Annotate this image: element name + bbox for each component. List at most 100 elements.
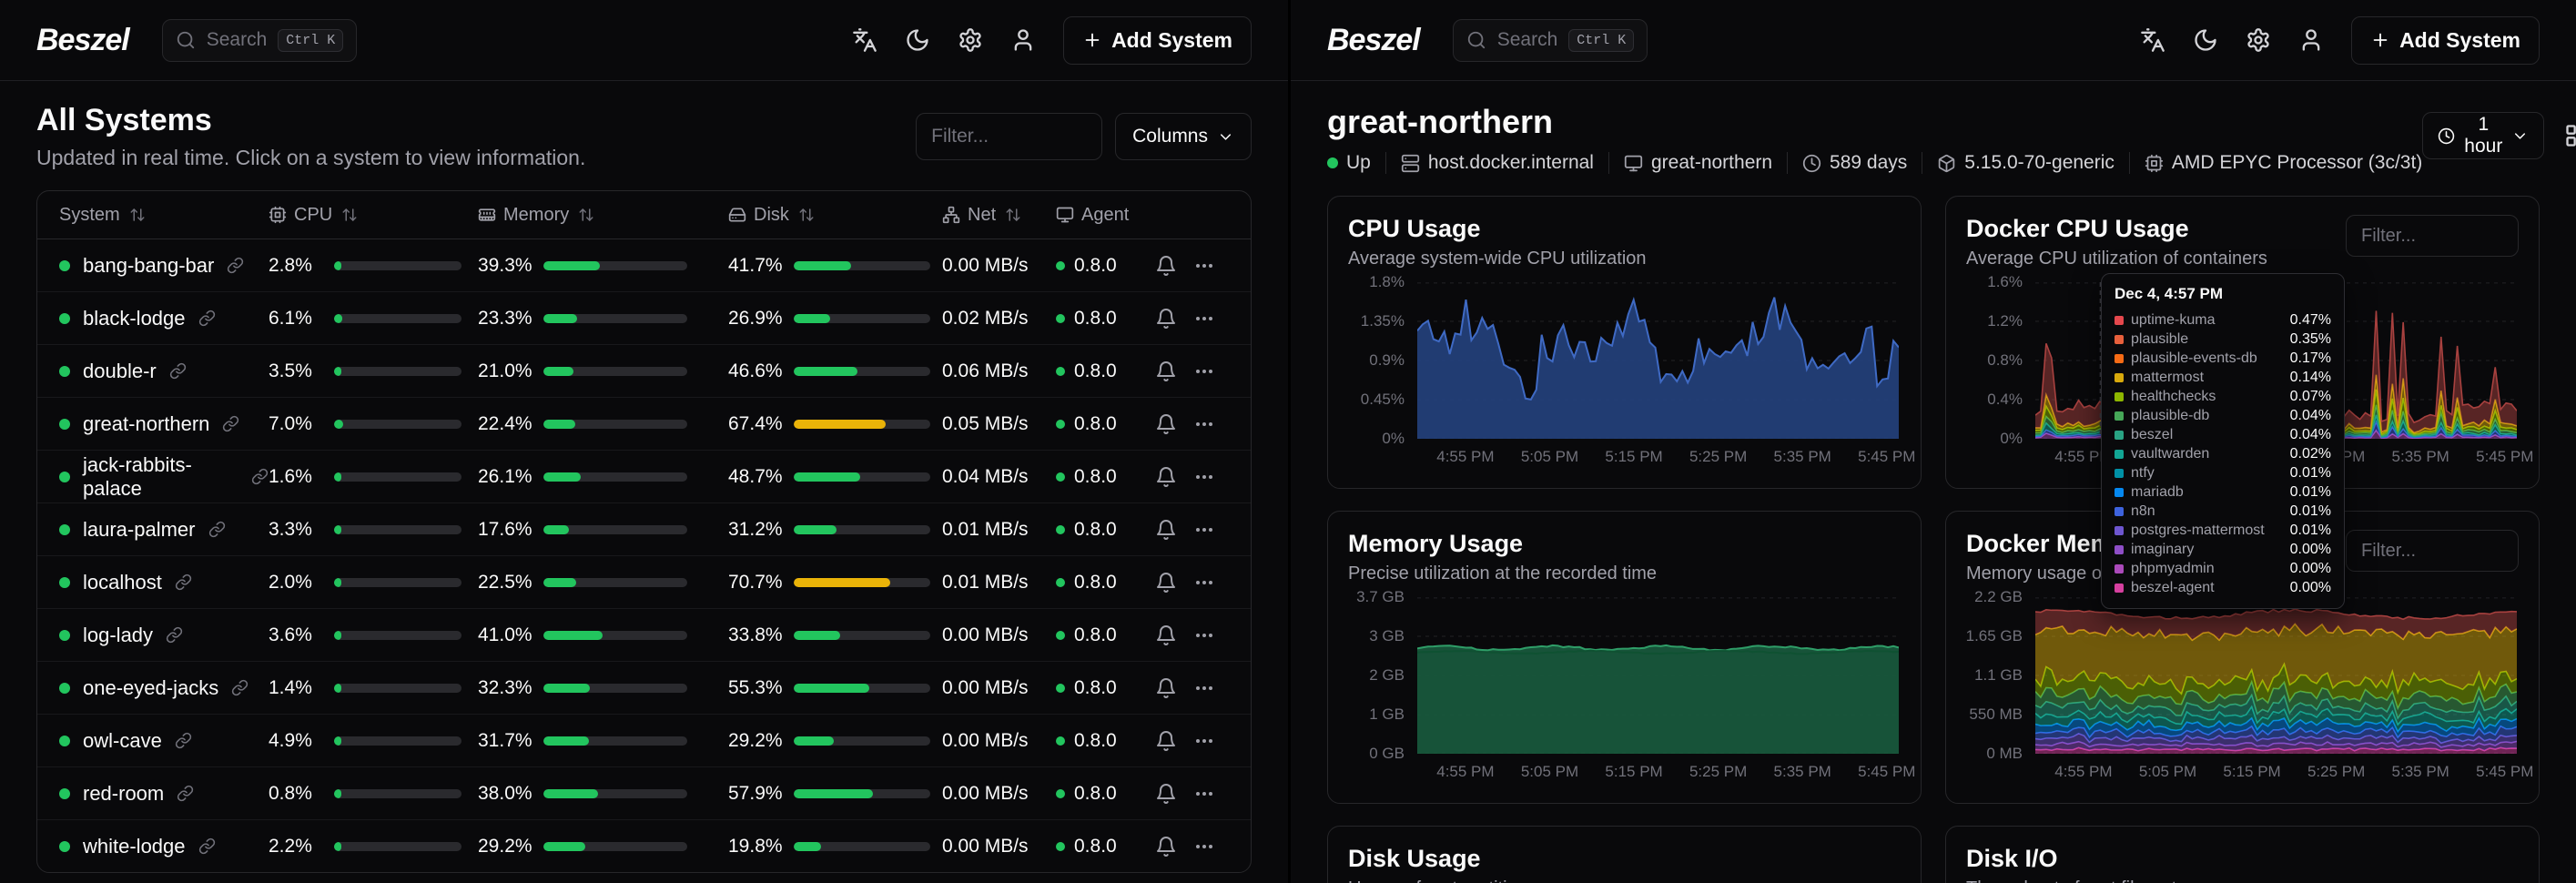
disk-cell: 26.9% — [728, 308, 942, 330]
agent-version: 0.8.0 — [1074, 466, 1117, 488]
net-value: 0.05 MB/s — [942, 413, 1056, 435]
row-actions-button[interactable] — [1193, 730, 1215, 752]
cpu-plot[interactable] — [1417, 282, 1899, 439]
column-header-net[interactable]: Net — [942, 205, 1056, 226]
open-system-link-icon[interactable] — [227, 257, 244, 274]
net-value: 0.00 MB/s — [942, 677, 1056, 699]
row-actions-button[interactable] — [1193, 519, 1215, 541]
alerts-bell-button[interactable] — [1155, 255, 1177, 277]
system-row-double-r[interactable]: double-r3.5%21.0%46.6%0.06 MB/s0.8.0 — [37, 345, 1251, 398]
alerts-bell-button[interactable] — [1155, 360, 1177, 382]
system-name-cell: one-eyed-jacks — [59, 676, 269, 700]
theme-toggle-button[interactable] — [2193, 27, 2218, 53]
alerts-bell-button[interactable] — [1155, 783, 1177, 805]
settings-button[interactable] — [2246, 27, 2271, 53]
agent-version: 0.8.0 — [1074, 677, 1117, 699]
system-row-log-lady[interactable]: log-lady3.6%41.0%33.8%0.00 MB/s0.8.0 — [37, 609, 1251, 662]
column-header-memory[interactable]: Memory — [478, 205, 728, 226]
open-system-link-icon[interactable] — [198, 310, 216, 327]
row-actions-button[interactable] — [1193, 466, 1215, 488]
open-system-link-icon[interactable] — [198, 837, 216, 855]
alerts-bell-button[interactable] — [1155, 519, 1177, 541]
column-header-system[interactable]: System — [59, 205, 269, 226]
alerts-bell-button[interactable] — [1155, 466, 1177, 488]
open-system-link-icon[interactable] — [177, 785, 194, 802]
open-system-link-icon[interactable] — [222, 415, 239, 432]
system-row-owl-cave[interactable]: owl-cave4.9%31.7%29.2%0.00 MB/s0.8.0 — [37, 715, 1251, 767]
row-actions-button[interactable] — [1193, 413, 1215, 435]
docker_cpu-filter-input[interactable] — [2346, 215, 2519, 257]
alerts-bell-button[interactable] — [1155, 624, 1177, 646]
row-actions-button[interactable] — [1193, 255, 1215, 277]
system-row-white-lodge[interactable]: white-lodge2.2%29.2%19.8%0.00 MB/s0.8.0 — [37, 820, 1251, 872]
alerts-bell-button[interactable] — [1155, 308, 1177, 330]
search-button[interactable]: Search Ctrl K — [1453, 19, 1648, 62]
open-system-link-icon[interactable] — [231, 679, 248, 696]
system-row-localhost[interactable]: localhost2.0%22.5%70.7%0.01 MB/s0.8.0 — [37, 556, 1251, 609]
series-color-swatch — [2115, 507, 2124, 516]
row-actions-button[interactable] — [1193, 624, 1215, 646]
disk-cell: 67.4% — [728, 413, 942, 435]
open-system-link-icon[interactable] — [169, 362, 187, 380]
row-actions-button[interactable] — [1193, 360, 1215, 382]
alerts-bell-button[interactable] — [1155, 836, 1177, 858]
series-color-swatch — [2115, 450, 2124, 459]
sort-icon — [578, 207, 594, 223]
language-button[interactable] — [2140, 27, 2165, 53]
alerts-bell-button[interactable] — [1155, 730, 1177, 752]
language-button[interactable] — [852, 27, 877, 53]
alerts-bell-button[interactable] — [1155, 413, 1177, 435]
agent-version: 0.8.0 — [1074, 572, 1117, 594]
search-button[interactable]: Search Ctrl K — [162, 19, 358, 62]
system-name-cell: white-lodge — [59, 835, 269, 858]
column-header-cpu[interactable]: CPU — [269, 205, 478, 226]
column-header-agent[interactable]: Agent — [1056, 205, 1147, 226]
systems-filter-input[interactable] — [916, 113, 1102, 160]
columns-button[interactable]: Columns — [1115, 113, 1252, 160]
open-system-link-icon[interactable] — [166, 626, 183, 644]
docker_memory-filter-input[interactable] — [2346, 530, 2519, 572]
add-system-button[interactable]: Add System — [2351, 16, 2540, 65]
row-actions-button[interactable] — [1193, 836, 1215, 858]
agent-cell: 0.8.0 — [1056, 572, 1147, 594]
memory-plot[interactable] — [1417, 597, 1899, 754]
settings-button[interactable] — [958, 27, 983, 53]
row-actions-button[interactable] — [1193, 783, 1215, 805]
layout-grid-button[interactable] — [2564, 123, 2576, 148]
open-system-link-icon[interactable] — [208, 521, 226, 538]
system-row-great-northern[interactable]: great-northern7.0%22.4%67.4%0.05 MB/s0.8… — [37, 398, 1251, 451]
series-color-swatch — [2115, 545, 2124, 554]
system-row-red-room[interactable]: red-room0.8%38.0%57.9%0.00 MB/s0.8.0 — [37, 767, 1251, 820]
time-range-select[interactable]: 1 hour — [2422, 112, 2544, 159]
net-value: 0.01 MB/s — [942, 519, 1056, 541]
agent-cell: 0.8.0 — [1056, 624, 1147, 646]
docker_memory-plot[interactable] — [2035, 597, 2517, 754]
user-menu-button[interactable] — [2298, 27, 2324, 53]
column-header-disk[interactable]: Disk — [728, 205, 942, 226]
row-actions-button[interactable] — [1193, 308, 1215, 330]
open-system-link-icon[interactable] — [175, 573, 192, 591]
theme-toggle-button[interactable] — [905, 27, 930, 53]
row-actions-button[interactable] — [1193, 572, 1215, 594]
series-color-swatch — [2115, 469, 2124, 478]
net-value: 0.00 MB/s — [942, 730, 1056, 752]
system-row-one-eyed-jacks[interactable]: one-eyed-jacks1.4%32.3%55.3%0.00 MB/s0.8… — [37, 662, 1251, 715]
alerts-bell-button[interactable] — [1155, 572, 1177, 594]
memory-cell: 22.5% — [478, 572, 728, 594]
top-navigation: Beszel Search Ctrl K Add System — [0, 0, 1288, 81]
row-actions-button[interactable] — [1193, 677, 1215, 699]
y-axis: 3.7 GB3 GB2 GB1 GB0 GB — [1348, 597, 1405, 754]
beszel-logo[interactable]: Beszel — [1327, 23, 1420, 58]
open-system-link-icon[interactable] — [251, 468, 269, 485]
add-system-button[interactable]: Add System — [1063, 16, 1252, 65]
harddrive-icon — [728, 206, 746, 224]
user-menu-button[interactable] — [1010, 27, 1036, 53]
open-system-link-icon[interactable] — [175, 732, 192, 749]
system-row-laura-palmer[interactable]: laura-palmer3.3%17.6%31.2%0.01 MB/s0.8.0 — [37, 503, 1251, 556]
beszel-logo[interactable]: Beszel — [36, 23, 129, 58]
system-name: double-r — [83, 360, 157, 383]
system-row-jack-rabbits-palace[interactable]: jack-rabbits-palace1.6%26.1%48.7%0.04 MB… — [37, 451, 1251, 503]
system-row-black-lodge[interactable]: black-lodge6.1%23.3%26.9%0.02 MB/s0.8.0 — [37, 292, 1251, 345]
system-row-bang-bang-bar[interactable]: bang-bang-bar2.8%39.3%41.7%0.00 MB/s0.8.… — [37, 239, 1251, 292]
alerts-bell-button[interactable] — [1155, 677, 1177, 699]
